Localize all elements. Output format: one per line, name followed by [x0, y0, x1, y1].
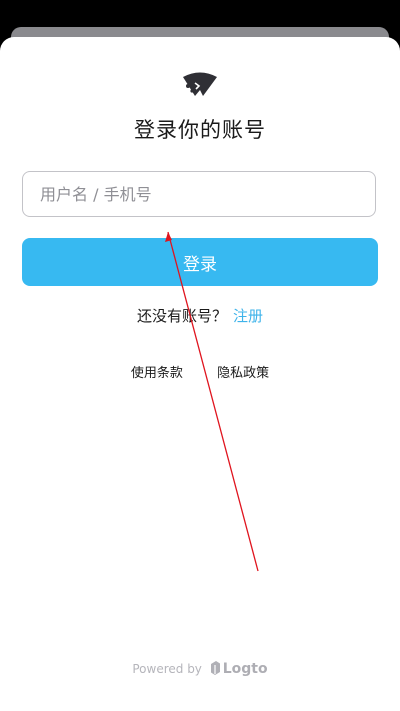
signup-link[interactable]: 注册: [233, 307, 263, 325]
terms-link[interactable]: 使用条款: [131, 366, 183, 381]
identifier-input[interactable]: [22, 171, 376, 217]
logto-brand: Logto: [222, 661, 268, 677]
logto-mark-icon: [210, 661, 220, 675]
powered-by-footer[interactable]: Powered by Logto: [0, 661, 400, 677]
signup-prompt: 还没有账号？: [136, 307, 227, 325]
privacy-link[interactable]: 隐私政策: [217, 366, 269, 381]
legal-links: 使用条款 隐私政策: [0, 362, 400, 381]
signup-row: 还没有账号？ 注册: [0, 305, 400, 326]
powered-by-text: Powered by: [132, 662, 202, 676]
page-title: 登录你的账号: [134, 118, 266, 142]
login-button[interactable]: 登录: [22, 238, 378, 286]
app-logo-icon: [183, 72, 217, 96]
